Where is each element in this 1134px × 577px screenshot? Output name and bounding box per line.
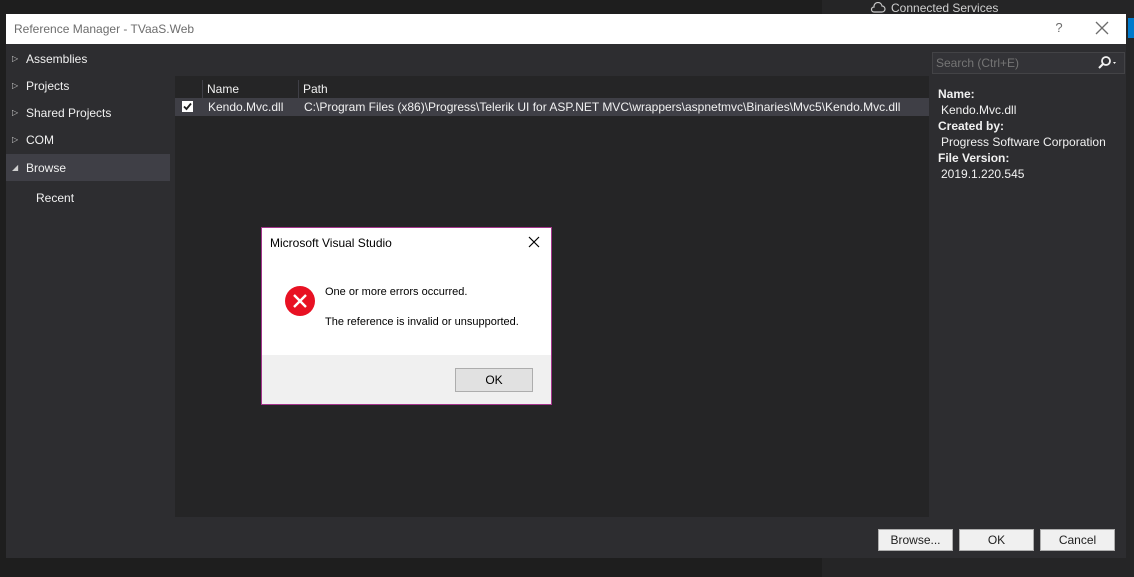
reference-manager-window: Reference Manager - TVaaS.Web ? ▷ Assemb…	[6, 14, 1126, 558]
nav-item-shared-projects[interactable]: ▷ Shared Projects	[6, 99, 170, 126]
connected-services-item[interactable]: Connected Services	[870, 1, 998, 15]
close-icon[interactable]	[527, 235, 541, 249]
created-by-label: Created by:	[938, 119, 1005, 133]
title-bar: Reference Manager - TVaaS.Web ?	[6, 14, 1126, 44]
nav-item-projects[interactable]: ▷ Projects	[6, 72, 170, 99]
collapsed-arrow-icon: ▷	[12, 54, 19, 63]
expanded-arrow-icon: ◢	[12, 163, 19, 172]
row-name: Kendo.Mvc.dll	[208, 100, 284, 114]
cancel-button[interactable]: Cancel	[1040, 529, 1115, 551]
error-dialog: Microsoft Visual Studio One or more erro…	[261, 227, 552, 405]
left-nav: ▷ Assemblies ▷ Projects ▷ Shared Project…	[6, 44, 174, 524]
file-version-value: 2019.1.220.545	[941, 167, 1025, 181]
row-checkbox[interactable]	[182, 101, 193, 112]
nav-item-browse[interactable]: ◢ Browse	[6, 154, 170, 181]
dialog-title: Microsoft Visual Studio	[270, 236, 392, 250]
column-header-name[interactable]: Name	[202, 80, 297, 98]
column-header-path[interactable]: Path	[298, 80, 903, 98]
collapsed-arrow-icon: ▷	[12, 135, 19, 144]
accent-strip	[1128, 18, 1134, 38]
error-icon	[285, 286, 315, 316]
search-input[interactable]	[936, 55, 1086, 71]
connected-services-label: Connected Services	[891, 1, 999, 15]
nav-item-label: Projects	[26, 78, 70, 93]
collapsed-arrow-icon: ▷	[12, 108, 19, 117]
nav-item-assemblies[interactable]: ▷ Assemblies	[6, 45, 170, 72]
window-title: Reference Manager - TVaaS.Web	[14, 22, 195, 36]
dialog-message-secondary: The reference is invalid or unsupported.	[325, 316, 519, 328]
close-icon[interactable]	[1093, 19, 1111, 37]
nav-item-label: Browse	[26, 160, 67, 175]
name-label: Name:	[938, 87, 975, 101]
dialog-ok-button[interactable]: OK	[455, 368, 533, 392]
help-button[interactable]: ?	[1052, 20, 1066, 35]
details-panel: Name: Kendo.Mvc.dll Created by: Progress…	[938, 86, 1106, 182]
browse-button[interactable]: Browse...	[878, 529, 953, 551]
ok-button[interactable]: OK	[959, 529, 1034, 551]
created-by-value: Progress Software Corporation	[941, 135, 1106, 149]
search-icon[interactable]	[1094, 55, 1120, 71]
search-box	[932, 52, 1125, 74]
row-path: C:\Program Files (x86)\Progress\Telerik …	[304, 100, 901, 114]
file-version-label: File Version:	[938, 151, 1010, 165]
nav-sub-item-recent[interactable]: Recent	[36, 191, 74, 205]
nav-item-label: COM	[26, 132, 54, 147]
cloud-icon	[870, 2, 886, 13]
nav-item-com[interactable]: ▷ COM	[6, 126, 170, 153]
collapsed-arrow-icon: ▷	[12, 81, 19, 90]
nav-item-label: Assemblies	[26, 51, 88, 66]
table-row[interactable]: Kendo.Mvc.dll C:\Program Files (x86)\Pro…	[175, 98, 929, 116]
checkmark-icon	[183, 102, 192, 111]
nav-item-label: Shared Projects	[26, 105, 112, 120]
name-value: Kendo.Mvc.dll	[941, 103, 1017, 117]
dialog-message-primary: One or more errors occurred.	[325, 286, 468, 298]
dialog-footer: OK	[262, 355, 551, 404]
